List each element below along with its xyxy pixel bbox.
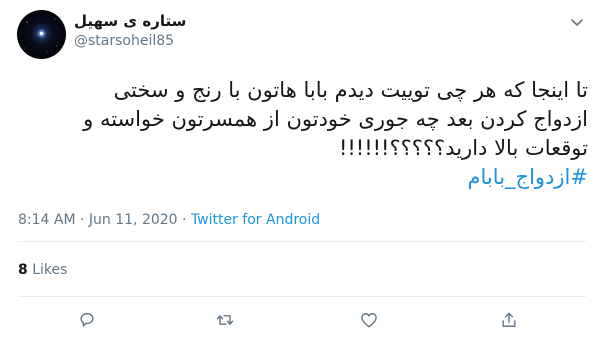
tweet-card: ستاره ی سهیل @starsoheil85 تا اینجا که ه…	[0, 0, 599, 340]
display-name[interactable]: ستاره ی سهیل	[74, 12, 186, 31]
tweet-text-line: ازدواج کردن بعد چه جوری خودتون از همسرتو…	[83, 107, 588, 131]
likes-count: 8	[18, 262, 28, 278]
action-bar	[0, 305, 599, 335]
tweet-time[interactable]: 8:14 AM	[18, 212, 76, 228]
meta-separator: ·	[75, 212, 89, 228]
share-icon[interactable]	[497, 308, 521, 332]
divider	[18, 241, 586, 242]
tweet-text-line: تا اینجا که هر چی توییت دیدم بابا هاتون …	[113, 78, 588, 102]
avatar[interactable]	[17, 10, 66, 59]
tweet-meta: 8:14 AM · Jun 11, 2020 · Twitter for And…	[18, 211, 320, 229]
tweet-date[interactable]: Jun 11, 2020	[89, 212, 178, 228]
user-info[interactable]: ستاره ی سهیل @starsoheil85	[74, 12, 186, 50]
retweet-icon[interactable]	[213, 308, 237, 332]
chevron-down-icon[interactable]	[569, 14, 585, 30]
tweet-text-line: توقعات بالا دارید؟؟؟؟؟!!!!!!	[338, 136, 588, 160]
meta-separator: ·	[177, 212, 191, 228]
avatar-star-image	[24, 18, 58, 53]
divider	[18, 296, 586, 297]
likes-label: Likes	[32, 262, 68, 278]
user-handle[interactable]: @starsoheil85	[74, 32, 186, 50]
hashtag-link[interactable]: #ازدواج_بابام	[18, 163, 588, 192]
likes-stat[interactable]: 8 Likes	[18, 261, 67, 279]
tweet-text: تا اینجا که هر چی توییت دیدم بابا هاتون …	[18, 76, 588, 192]
tweet-source-link[interactable]: Twitter for Android	[191, 212, 320, 228]
heart-icon[interactable]	[357, 308, 381, 332]
reply-icon[interactable]	[75, 308, 99, 332]
